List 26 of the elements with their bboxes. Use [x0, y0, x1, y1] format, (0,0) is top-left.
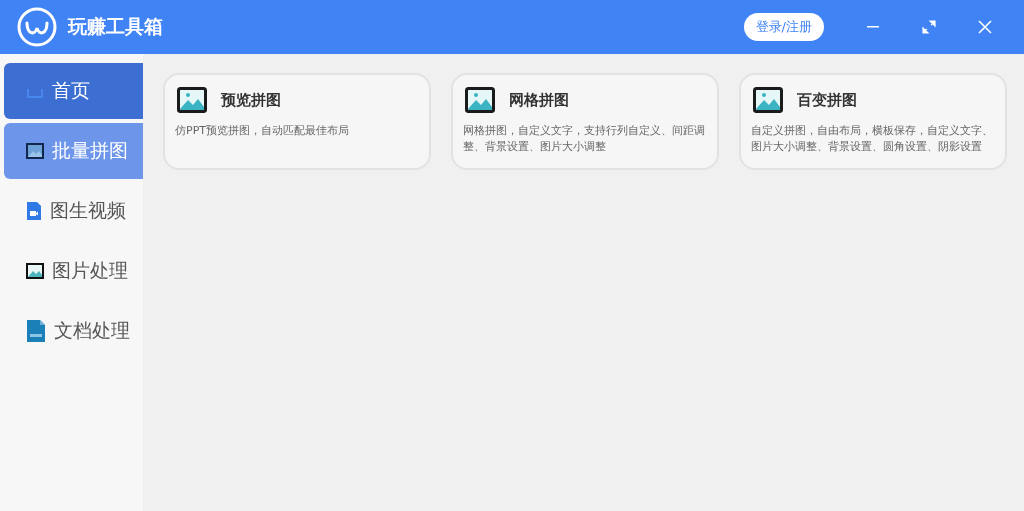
picture-icon	[26, 263, 44, 279]
card-description: 自定义拼图，自由布局，横板保存，自定义文字、图片大小调整、背景设置、圆角设置、阴影设置	[751, 123, 994, 156]
card-title: 百变拼图	[797, 90, 857, 110]
sidebar-item[interactable]: 图生视频	[4, 183, 143, 239]
minimize-icon	[867, 26, 879, 28]
card-description: 仿PPT预览拼图，自动匹配最佳布局	[175, 123, 350, 140]
maximize-icon	[922, 20, 936, 34]
image-icon	[465, 87, 495, 114]
login-button[interactable]: 登录/注册	[743, 13, 824, 41]
sidebar-item[interactable]: 图片处理	[4, 243, 143, 299]
card-description: 网格拼图，自定义文字，支持行列自定义、间距调整、背景设置、图片大小调整	[463, 123, 706, 156]
image-icon	[177, 87, 207, 114]
tool-card[interactable]: 预览拼图 仿PPT预览拼图，自动匹配最佳布局	[163, 73, 431, 170]
document-icon	[26, 319, 46, 343]
image-icon	[26, 143, 44, 159]
app-title: 玩赚工具箱	[68, 14, 164, 39]
sidebar-item[interactable]: 文档处理	[4, 303, 143, 359]
card-title: 网格拼图	[509, 90, 569, 110]
video-file-icon	[26, 201, 42, 221]
tool-card[interactable]: 网格拼图 网格拼图，自定义文字，支持行列自定义、间距调整、背景设置、图片大小调整	[451, 73, 719, 170]
image-icon	[753, 87, 783, 114]
close-icon	[978, 20, 992, 34]
card-title: 预览拼图	[221, 90, 281, 110]
sidebar-item[interactable]: 首页	[4, 63, 143, 119]
tool-card[interactable]: 百变拼图 自定义拼图，自由布局，横板保存，自定义文字、图片大小调整、背景设置、圆角设置、阴影设置	[739, 73, 1007, 170]
logo-icon	[16, 6, 58, 48]
